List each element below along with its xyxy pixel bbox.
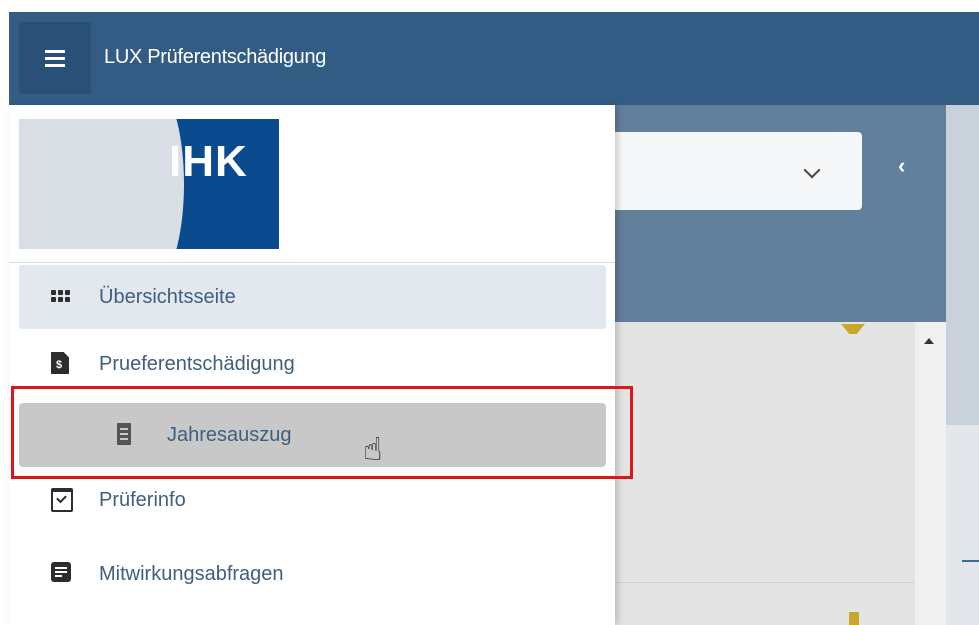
hamburger-icon xyxy=(45,48,65,69)
year-select-dropdown[interactable] xyxy=(600,132,862,210)
gold-marker-icon xyxy=(849,612,859,625)
hand-pointer-cursor-icon: ☝ xyxy=(363,430,383,468)
invoice-icon: $ xyxy=(51,352,75,376)
menu-toggle-button[interactable] xyxy=(19,22,91,94)
logo-text: IHK xyxy=(169,137,248,186)
chevron-left-icon[interactable]: ‹ xyxy=(898,153,905,179)
right-panel-lower xyxy=(946,425,979,625)
highlight-annotation-box xyxy=(11,386,633,479)
content-divider xyxy=(615,582,915,583)
app-title: LUX Prüferentschädigung xyxy=(104,46,327,68)
nav-item-label: Prüferinfo xyxy=(99,488,186,511)
grid-icon xyxy=(51,285,75,309)
nav-item-label: Übersichtsseite xyxy=(99,285,236,308)
calendar-check-icon xyxy=(51,488,75,512)
scroll-up-arrow-icon[interactable] xyxy=(924,338,934,344)
blue-line-decoration xyxy=(962,560,979,562)
nav-item-label: Prueferentschädigung xyxy=(99,352,295,375)
logo-divider xyxy=(9,262,615,263)
content-panel xyxy=(615,322,915,625)
form-icon xyxy=(51,562,75,586)
nav-item-label: Mitwirkungsabfragen xyxy=(99,562,284,585)
nav-item-mitwirkungsabfragen[interactable]: Mitwirkungsabfragen xyxy=(19,542,606,606)
nav-item-uebersichtsseite[interactable]: Übersichtsseite xyxy=(19,265,606,329)
scrollbar[interactable] xyxy=(915,322,946,625)
ihk-logo: IHK xyxy=(19,119,279,249)
